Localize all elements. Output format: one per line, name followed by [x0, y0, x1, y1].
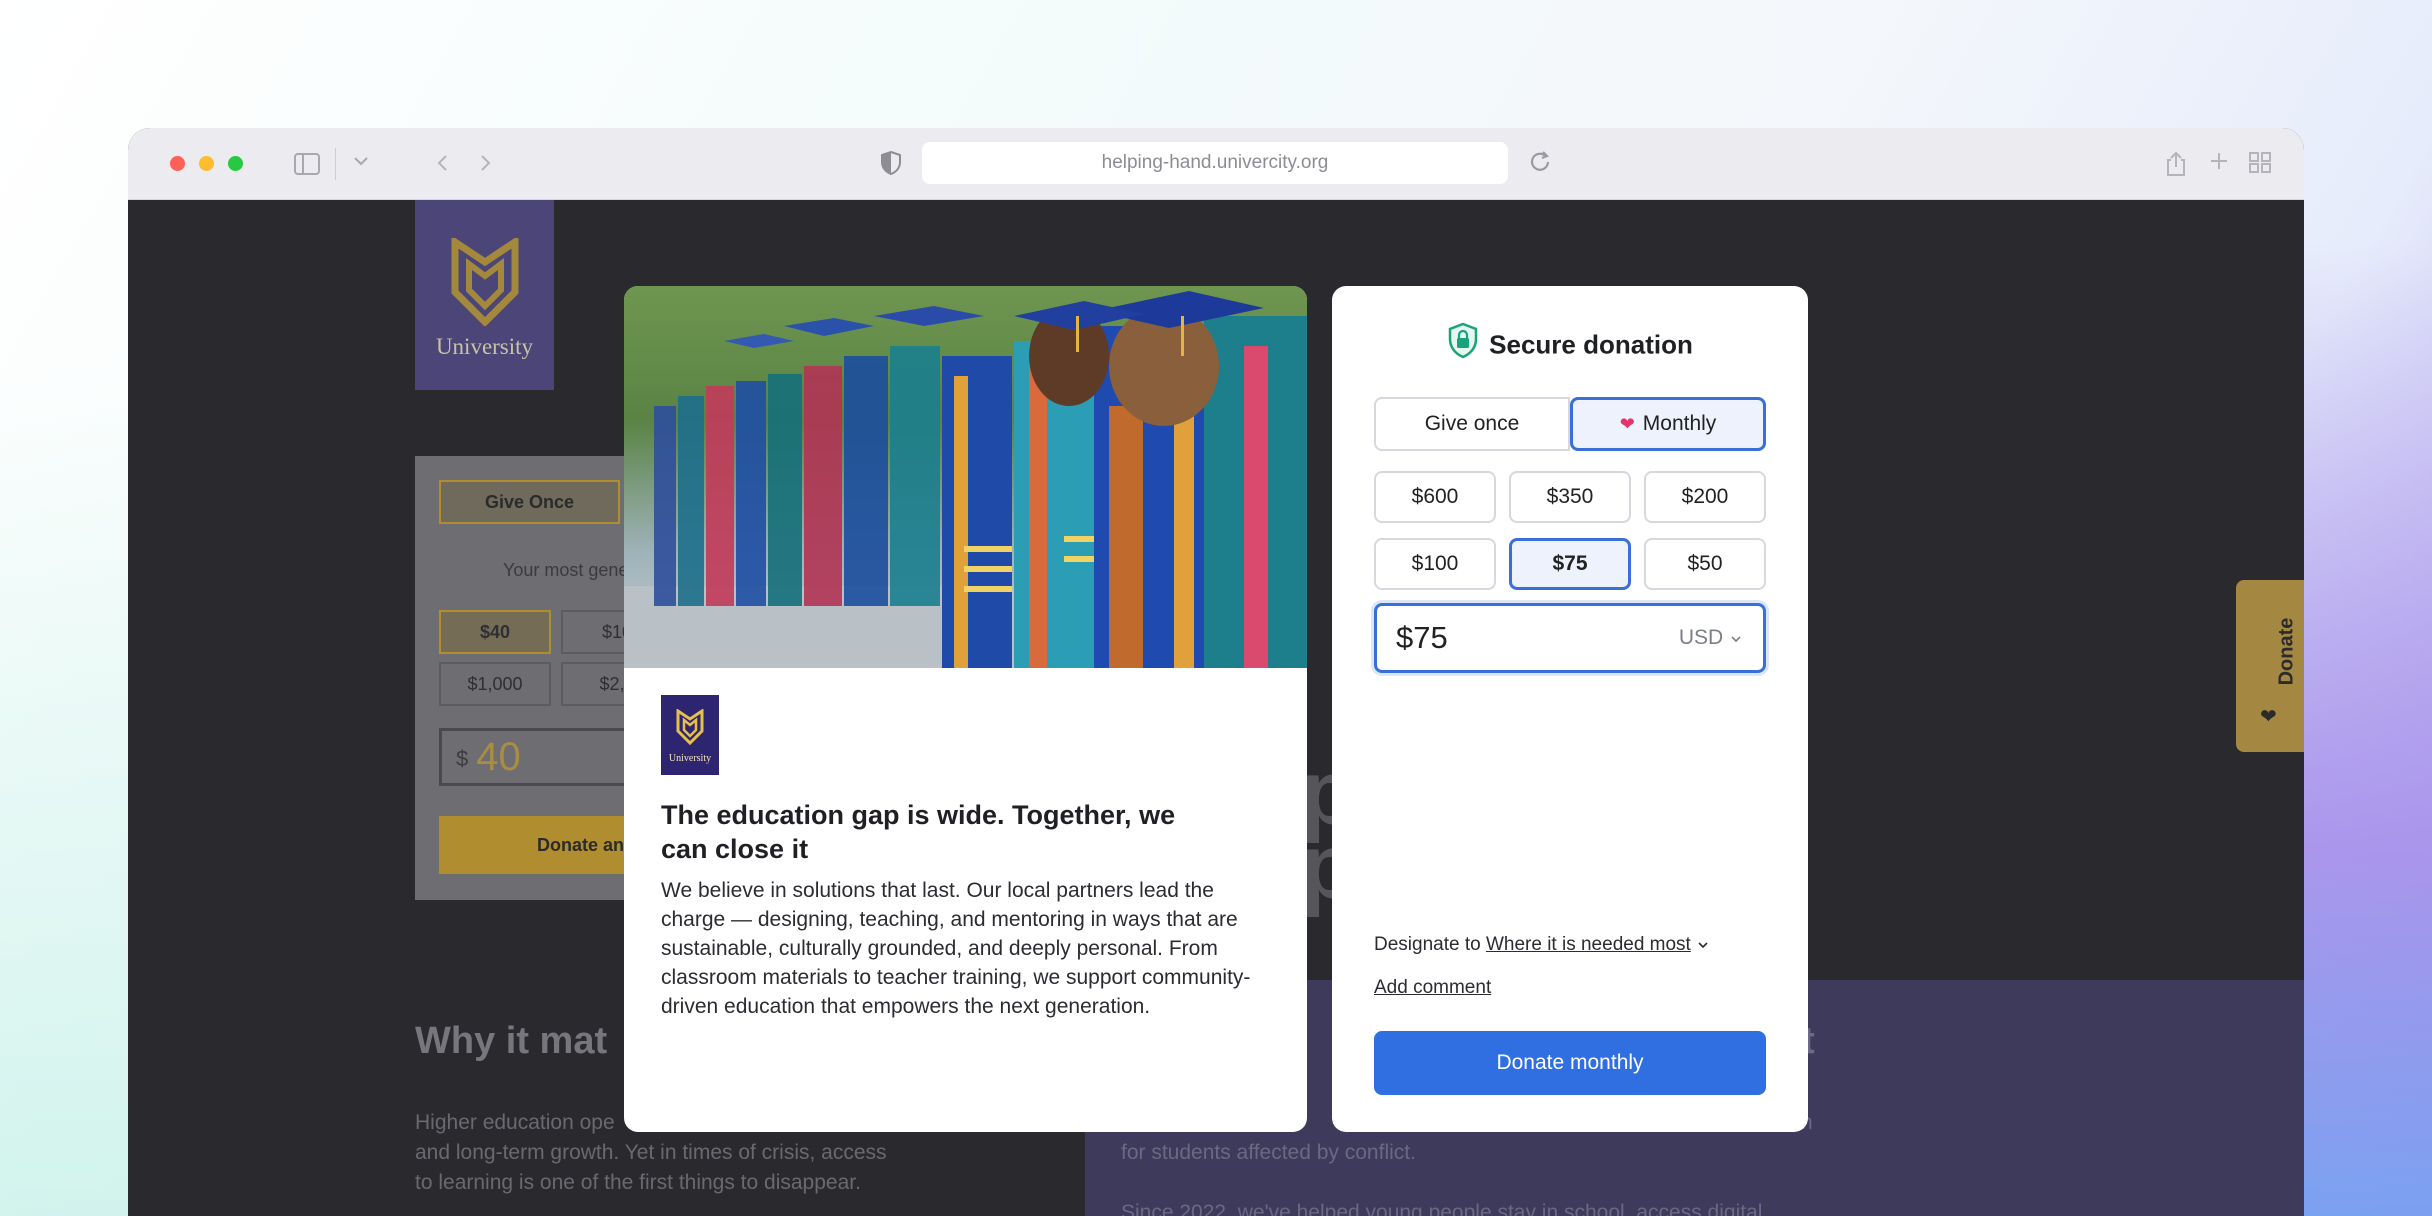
- add-comment-link[interactable]: Add comment: [1374, 977, 1491, 999]
- chevron-down-icon[interactable]: [350, 150, 372, 179]
- form-title-text: Secure donation: [1489, 329, 1693, 360]
- forward-arrow-icon[interactable]: [474, 150, 496, 183]
- tab-overview-icon[interactable]: [2248, 150, 2272, 181]
- campaign-card: University The education gap is wide. To…: [624, 286, 1307, 1132]
- chevron-down-icon[interactable]: [1696, 940, 1710, 950]
- amount-option-100[interactable]: $100: [1374, 538, 1496, 590]
- amount-option-200[interactable]: $200: [1644, 471, 1766, 523]
- impact-paragraph-2: Since 2022, we've helped young people st…: [1121, 1201, 1763, 1216]
- amount-option-50[interactable]: $50: [1644, 538, 1766, 590]
- reload-icon[interactable]: [1526, 148, 1554, 183]
- background-donation-widget: Give Once Your most gene $40 $10 $1,000 …: [415, 456, 645, 900]
- designate-prefix: Designate to: [1374, 934, 1481, 955]
- widget-intro-text: Your most gene: [503, 560, 629, 580]
- donation-form: Secure donation Give once ❤ Monthly $600 …: [1332, 286, 1808, 1132]
- monthly-toggle-label: Monthly: [1642, 412, 1717, 435]
- campaign-headline: The education gap is wide. Together, we …: [661, 800, 1176, 864]
- heart-icon: ❤: [2260, 706, 2277, 728]
- privacy-shield-icon[interactable]: [880, 150, 902, 176]
- browser-toolbar: helping-hand.univercity.org: [128, 128, 2304, 200]
- widget-amount-value: 40: [476, 735, 521, 779]
- shield-logo-icon: [676, 709, 704, 745]
- org-badge-logo: University: [661, 695, 719, 775]
- logo-wordmark: University: [435, 334, 534, 359]
- org-badge-wordmark: University: [668, 753, 712, 764]
- lock-shield-icon: [1447, 322, 1479, 371]
- form-title: Secure donation: [1332, 322, 1808, 371]
- sidebar-toggle-icon[interactable]: [294, 153, 320, 175]
- currency-select[interactable]: USD: [1679, 626, 1743, 650]
- currency-symbol: $: [456, 746, 469, 772]
- side-donate-label: Donate: [2275, 617, 2298, 686]
- heart-icon: ❤: [1619, 414, 1635, 434]
- why-it-matters-heading: Why it mat: [415, 1020, 608, 1062]
- widget-donate-button[interactable]: Donate an: [439, 816, 645, 874]
- currency-label: USD: [1678, 626, 1724, 649]
- minimize-window-button[interactable]: [199, 156, 214, 171]
- back-arrow-icon[interactable]: [432, 150, 454, 183]
- new-tab-icon[interactable]: [2208, 150, 2230, 179]
- custom-amount-input[interactable]: $75 USD: [1374, 603, 1766, 673]
- monthly-toggle[interactable]: ❤ Monthly: [1570, 397, 1766, 451]
- widget-amount-input[interactable]: $40: [439, 728, 645, 786]
- address-bar[interactable]: helping-hand.univercity.org: [922, 142, 1508, 184]
- campaign-description: We believe in solutions that last. Our l…: [661, 879, 1251, 1018]
- side-donate-tab[interactable]: Donate ❤: [2236, 580, 2304, 752]
- toolbar-divider: [335, 148, 336, 180]
- close-window-button[interactable]: [170, 156, 185, 171]
- chevron-down-icon: [1731, 636, 1741, 643]
- amount-option[interactable]: $40: [439, 610, 551, 654]
- shield-logo-icon: [451, 238, 519, 326]
- amount-option[interactable]: $1,000: [439, 662, 551, 706]
- graduation-photo: [624, 286, 1307, 668]
- give-once-toggle[interactable]: Give once: [1374, 397, 1570, 451]
- site-logo[interactable]: University: [415, 200, 554, 390]
- zoom-window-button[interactable]: [228, 156, 243, 171]
- designation-select[interactable]: Where it is needed most: [1486, 934, 1691, 955]
- share-icon[interactable]: [2164, 150, 2188, 185]
- amount-option-350[interactable]: $350: [1509, 471, 1631, 523]
- donate-monthly-button[interactable]: Donate monthly: [1374, 1031, 1766, 1095]
- give-once-tab[interactable]: Give Once: [439, 480, 620, 524]
- amount-value: $75: [1396, 620, 1448, 655]
- designation-row: Designate to Where it is needed most: [1374, 934, 1710, 956]
- amount-option-600[interactable]: $600: [1374, 471, 1496, 523]
- amount-option-75[interactable]: $75: [1509, 538, 1631, 590]
